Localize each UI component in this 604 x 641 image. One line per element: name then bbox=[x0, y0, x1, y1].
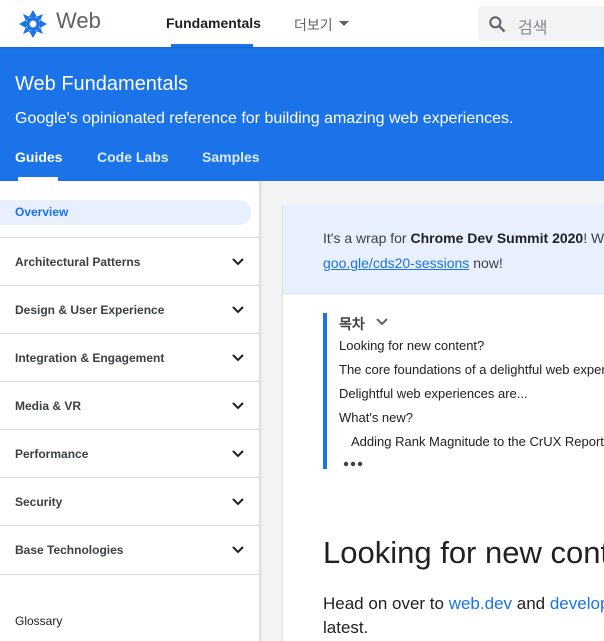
chevron-down-icon[interactable] bbox=[375, 315, 389, 329]
announcement-banner: It's a wrap for Chrome Dev Summit 2020! … bbox=[283, 205, 604, 294]
chevron-down-icon[interactable] bbox=[231, 495, 245, 509]
banner-suffix: ! Wa bbox=[583, 230, 604, 246]
para-text: latest. bbox=[323, 618, 369, 637]
search-icon bbox=[489, 16, 506, 33]
tab-samples[interactable]: Samples bbox=[202, 149, 260, 165]
sidebar-item-integration-engagement[interactable]: Integration & Engagement bbox=[0, 333, 259, 382]
web-logo-icon[interactable] bbox=[18, 9, 48, 39]
tab-code-labs[interactable]: Code Labs bbox=[97, 149, 169, 165]
toc-item[interactable]: Adding Rank Magnitude to the CrUX Report… bbox=[351, 434, 604, 449]
page-title: Web Fundamentals bbox=[15, 73, 189, 95]
sidebar-item-base-technologies[interactable]: Base Technologies bbox=[0, 525, 259, 575]
chevron-down-icon[interactable] bbox=[339, 21, 349, 26]
banner-link-suffix: now! bbox=[469, 255, 503, 271]
chevron-down-icon[interactable] bbox=[231, 543, 245, 557]
sidebar-item-label: Overview bbox=[15, 205, 69, 219]
sidebar-item-label: Security bbox=[15, 495, 63, 509]
sidebar-item-overview[interactable]: Overview bbox=[0, 200, 251, 225]
search-placeholder: 검색 bbox=[518, 20, 548, 37]
active-tab-indicator bbox=[171, 44, 253, 47]
table-of-contents: 목차 Looking for new content? The core fou… bbox=[323, 313, 604, 469]
article-paragraph: Head on over to web.dev and developers.c… bbox=[323, 592, 604, 640]
sidebar-item-label: Architectural Patterns bbox=[15, 255, 141, 269]
sidebar-item-architectural-patterns[interactable]: Architectural Patterns bbox=[0, 237, 259, 286]
web-dev-link[interactable]: web.dev bbox=[449, 594, 512, 613]
sidebar-item-performance[interactable]: Performance bbox=[0, 429, 259, 478]
sidebar-item-security[interactable]: Security bbox=[0, 477, 259, 526]
sidebar-nav: Overview Architectural Patterns Design &… bbox=[0, 181, 260, 641]
sidebar-item-label: Media & VR bbox=[15, 399, 82, 413]
top-app-bar: Web Fundamentals 더보기 검색 bbox=[0, 0, 604, 47]
chevron-down-icon[interactable] bbox=[231, 399, 245, 413]
banner-text: It's a wrap for Chrome Dev Summit 2020! … bbox=[323, 230, 604, 246]
chevron-down-icon[interactable] bbox=[231, 255, 245, 269]
toc-item[interactable]: Delightful web experiences are... bbox=[339, 386, 528, 401]
page-header: Web Fundamentals Google's opinionated re… bbox=[0, 47, 604, 181]
logo-text[interactable]: Web bbox=[56, 8, 101, 34]
chevron-down-icon[interactable] bbox=[231, 351, 245, 365]
chevron-down-icon[interactable] bbox=[231, 447, 245, 461]
banner-prefix: It's a wrap for bbox=[323, 230, 411, 246]
page-subtitle: Google's opinionated reference for build… bbox=[15, 110, 514, 127]
sidebar-item-label: Base Technologies bbox=[15, 543, 124, 557]
search-input[interactable]: 검색 bbox=[478, 6, 604, 41]
toc-title[interactable]: 목차 bbox=[339, 314, 365, 334]
sidebar-item-glossary[interactable]: Glossary bbox=[15, 614, 62, 628]
banner-event: Chrome Dev Summit 2020 bbox=[410, 230, 584, 246]
sidebar-item-media-vr[interactable]: Media & VR bbox=[0, 381, 259, 430]
para-text: and bbox=[512, 594, 550, 613]
sidebar-item-design-ux[interactable]: Design & User Experience bbox=[0, 285, 259, 334]
toc-item[interactable]: Looking for new content? bbox=[339, 338, 484, 353]
more-horiz-icon[interactable] bbox=[343, 461, 363, 467]
chevron-down-icon[interactable] bbox=[231, 303, 245, 317]
sidebar-item-label: Design & User Experience bbox=[15, 303, 165, 317]
toc-item[interactable]: What's new? bbox=[339, 410, 413, 425]
tab-fundamentals[interactable]: Fundamentals bbox=[166, 15, 261, 31]
banner-link[interactable]: goo.gle/cds20-sessions bbox=[323, 255, 469, 271]
banner-link-line: goo.gle/cds20-sessions now! bbox=[323, 255, 503, 271]
article-heading: Looking for new content? bbox=[323, 535, 604, 570]
toc-item[interactable]: The core foundations of a delightful web… bbox=[339, 362, 604, 377]
para-text: Head on over to bbox=[323, 594, 449, 613]
sidebar-item-label: Integration & Engagement bbox=[15, 351, 165, 365]
tab-guides[interactable]: Guides bbox=[15, 149, 62, 165]
tab-more[interactable]: 더보기 bbox=[294, 15, 333, 35]
developers-chrome-link[interactable]: developers.chrome.com bbox=[550, 594, 604, 613]
sidebar-item-label: Performance bbox=[15, 447, 89, 461]
